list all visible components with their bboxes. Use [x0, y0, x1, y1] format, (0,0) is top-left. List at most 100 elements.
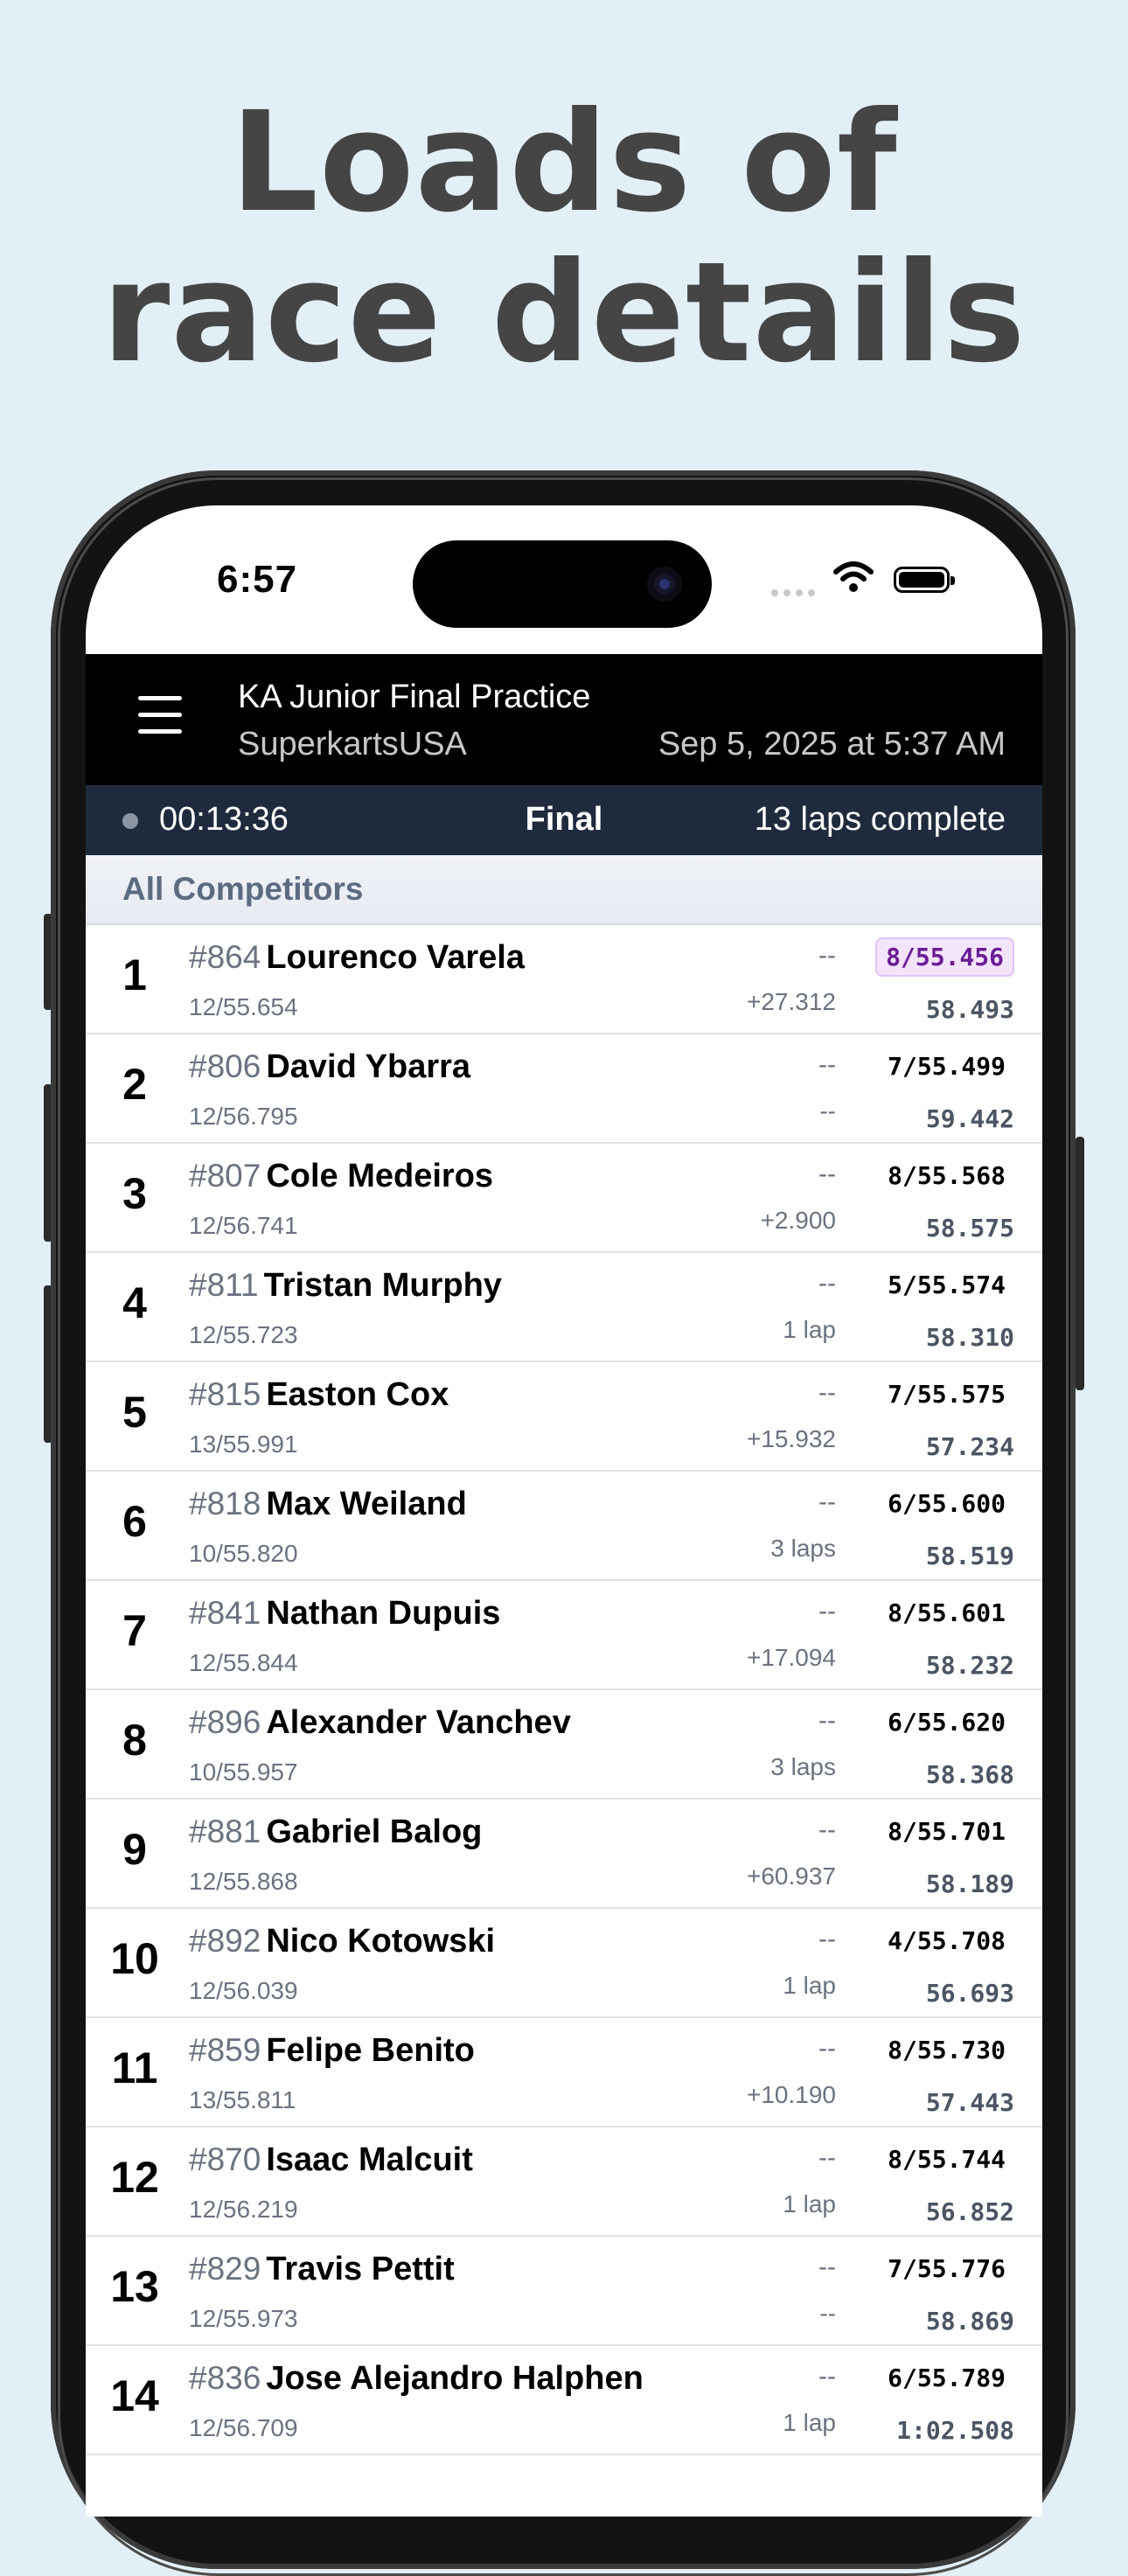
last-lap: 58.368 — [925, 1760, 1014, 1789]
kart-number-text: #892 — [189, 1923, 261, 1959]
driver-name: Max Weiland — [266, 1486, 467, 1522]
phone-power-button — [1076, 1137, 1084, 1390]
hamburger-menu-icon[interactable] — [138, 696, 184, 736]
interval: +15.932 — [747, 1425, 836, 1452]
position: 3 — [122, 1169, 147, 1218]
interval: 3 laps — [770, 1753, 836, 1780]
competitor-row[interactable]: 10 #892 Nico Kotowski 12/56.039 -- 1 lap 4/55.… — [86, 1909, 1042, 2018]
interval: +10.190 — [747, 2081, 836, 2108]
position: 7 — [122, 1606, 147, 1655]
best-lap: 12/56.219 — [189, 2196, 298, 2223]
gap: -- — [818, 1050, 836, 1079]
driver-name: Cole Medeiros — [266, 1158, 494, 1194]
kart-number: #881 Gabriel Balog — [189, 1814, 482, 1851]
competitor-row[interactable]: 11 #859 Felipe Benito 13/55.811 -- +10.190 8/5… — [86, 2018, 1042, 2127]
kart-number-text: #864 — [189, 939, 261, 975]
interval: +2.900 — [760, 1207, 836, 1234]
last-lap: 56.693 — [925, 1979, 1014, 2008]
kart-number: #815 Easton Cox — [189, 1376, 449, 1414]
competitor-row[interactable]: 5 #815 Easton Cox 13/55.991 -- +15.932 7/55.57… — [86, 1362, 1042, 1472]
gap: -- — [818, 2034, 836, 2063]
position: 5 — [122, 1388, 147, 1437]
kart-number-text: #896 — [189, 1704, 261, 1740]
gap: -- — [818, 1925, 836, 1953]
fastest-lap: 6/55.600 — [888, 1489, 1006, 1518]
competitor-list: 1 #864 Lourenco Varela 12/55.654 -- +27.312 8/… — [86, 925, 1042, 2455]
competitor-row[interactable]: 3 #807 Cole Medeiros 12/56.741 -- +2.900 8/55.… — [86, 1144, 1042, 1253]
kart-number-text: #811 — [189, 1267, 259, 1303]
last-lap: 58.575 — [925, 1214, 1014, 1243]
interval: 1 lap — [783, 2190, 836, 2217]
best-lap: 12/56.709 — [189, 2414, 298, 2441]
kart-number: #829 Travis Pettit — [189, 2251, 455, 2288]
last-lap: 58.189 — [925, 1869, 1014, 1898]
competitor-row[interactable]: 12 #870 Isaac Malcuit 12/56.219 -- 1 lap 8/55.… — [86, 2127, 1042, 2237]
fastest-lap: 7/55.575 — [888, 1380, 1006, 1409]
section-header: All Competitors — [86, 855, 1042, 925]
kart-number-text: #870 — [189, 2141, 261, 2177]
kart-number: #864 Lourenco Varela — [189, 939, 525, 977]
kart-number: #896 Alexander Vanchev — [189, 1704, 571, 1742]
gap: -- — [818, 1815, 836, 1844]
interval: +17.094 — [747, 1644, 836, 1671]
last-lap: 57.443 — [925, 2088, 1014, 2117]
last-lap: 59.442 — [925, 1104, 1014, 1133]
camera-icon — [647, 567, 682, 602]
gap: -- — [818, 1378, 836, 1407]
gap: -- — [818, 2143, 836, 2172]
position: 4 — [122, 1278, 147, 1327]
driver-name: Nico Kotowski — [266, 1923, 496, 1960]
kart-number: #859 Felipe Benito — [189, 2032, 475, 2070]
position: 2 — [122, 1060, 147, 1109]
driver-name: Travis Pettit — [266, 2251, 455, 2287]
competitor-row[interactable]: 9 #881 Gabriel Balog 12/55.868 -- +60.937 8/55… — [86, 1800, 1042, 1909]
event-title: KA Junior Final Practice — [238, 679, 591, 715]
interval: -- — [819, 2300, 836, 2327]
best-lap: 12/56.795 — [189, 1103, 298, 1130]
best-lap: 13/55.811 — [189, 2086, 296, 2113]
fastest-lap: 8/55.456 — [875, 937, 1014, 977]
competitor-row[interactable]: 2 #806 David Ybarra 12/56.795 -- -- 7/55.499 59… — [86, 1034, 1042, 1144]
gap: -- — [818, 1159, 836, 1188]
last-lap: 57.234 — [925, 1432, 1014, 1461]
gap: -- — [818, 2252, 836, 2281]
competitor-row[interactable]: 4 #811 Tristan Murphy 12/55.723 -- 1 lap 5/55.… — [86, 1253, 1042, 1362]
kart-number-text: #836 — [189, 2360, 261, 2396]
driver-name: Lourenco Varela — [266, 939, 525, 976]
marketing-headline: Loads of race details — [0, 87, 1128, 388]
competitor-row[interactable]: 7 #841 Nathan Dupuis 12/55.844 -- +17.094 8/55… — [86, 1581, 1042, 1690]
competitor-row[interactable]: 1 #864 Lourenco Varela 12/55.654 -- +27.312 8/… — [86, 925, 1042, 1034]
fastest-lap: 7/55.499 — [888, 1052, 1006, 1081]
interval: 1 lap — [783, 1972, 836, 1999]
fastest-lap: 4/55.708 — [888, 1926, 1006, 1955]
fastest-lap: 6/55.620 — [888, 1708, 1006, 1737]
kart-number-text: #881 — [189, 1814, 261, 1849]
competitor-row[interactable]: 8 #896 Alexander Vanchev 10/55.957 -- 3 laps 6… — [86, 1690, 1042, 1800]
position: 10 — [110, 1934, 159, 1983]
fastest-lap: 8/55.568 — [888, 1161, 1006, 1190]
kart-number-text: #818 — [189, 1486, 261, 1521]
competitor-row[interactable]: 6 #818 Max Weiland 10/55.820 -- 3 laps 6/55.60… — [86, 1472, 1042, 1581]
interval: 3 laps — [770, 1535, 836, 1562]
event-date: Sep 5, 2025 at 5:37 AM — [658, 726, 1006, 762]
competitor-row[interactable]: 14 #836 Jose Alejandro Halphen 12/56.709 -- 1… — [86, 2346, 1042, 2455]
best-lap: 12/55.868 — [189, 1868, 298, 1895]
interval: -- — [819, 1097, 836, 1124]
kart-number-text: #829 — [189, 2251, 261, 2287]
last-lap: 1:02.508 — [896, 2416, 1014, 2445]
driver-name: Nathan Dupuis — [266, 1595, 501, 1632]
gap: -- — [818, 1597, 836, 1626]
gap: -- — [818, 1487, 836, 1516]
interval: +27.312 — [747, 988, 836, 1015]
gap: -- — [818, 1706, 836, 1735]
competitor-row[interactable]: 13 #829 Travis Pettit 12/55.973 -- -- 7/55.776… — [86, 2237, 1042, 2346]
position: 1 — [122, 950, 147, 999]
race-status-bar: 00:13:36 Final 13 laps complete — [86, 785, 1042, 855]
position: 12 — [110, 2153, 159, 2202]
fastest-lap: 6/55.789 — [888, 2364, 1006, 2392]
fastest-lap: 8/55.744 — [888, 2145, 1006, 2174]
event-organizer: SuperkartsUSA — [238, 726, 467, 762]
driver-name: David Ybarra — [266, 1048, 471, 1085]
position: 8 — [122, 1716, 147, 1765]
best-lap: 12/55.973 — [189, 2305, 298, 2332]
